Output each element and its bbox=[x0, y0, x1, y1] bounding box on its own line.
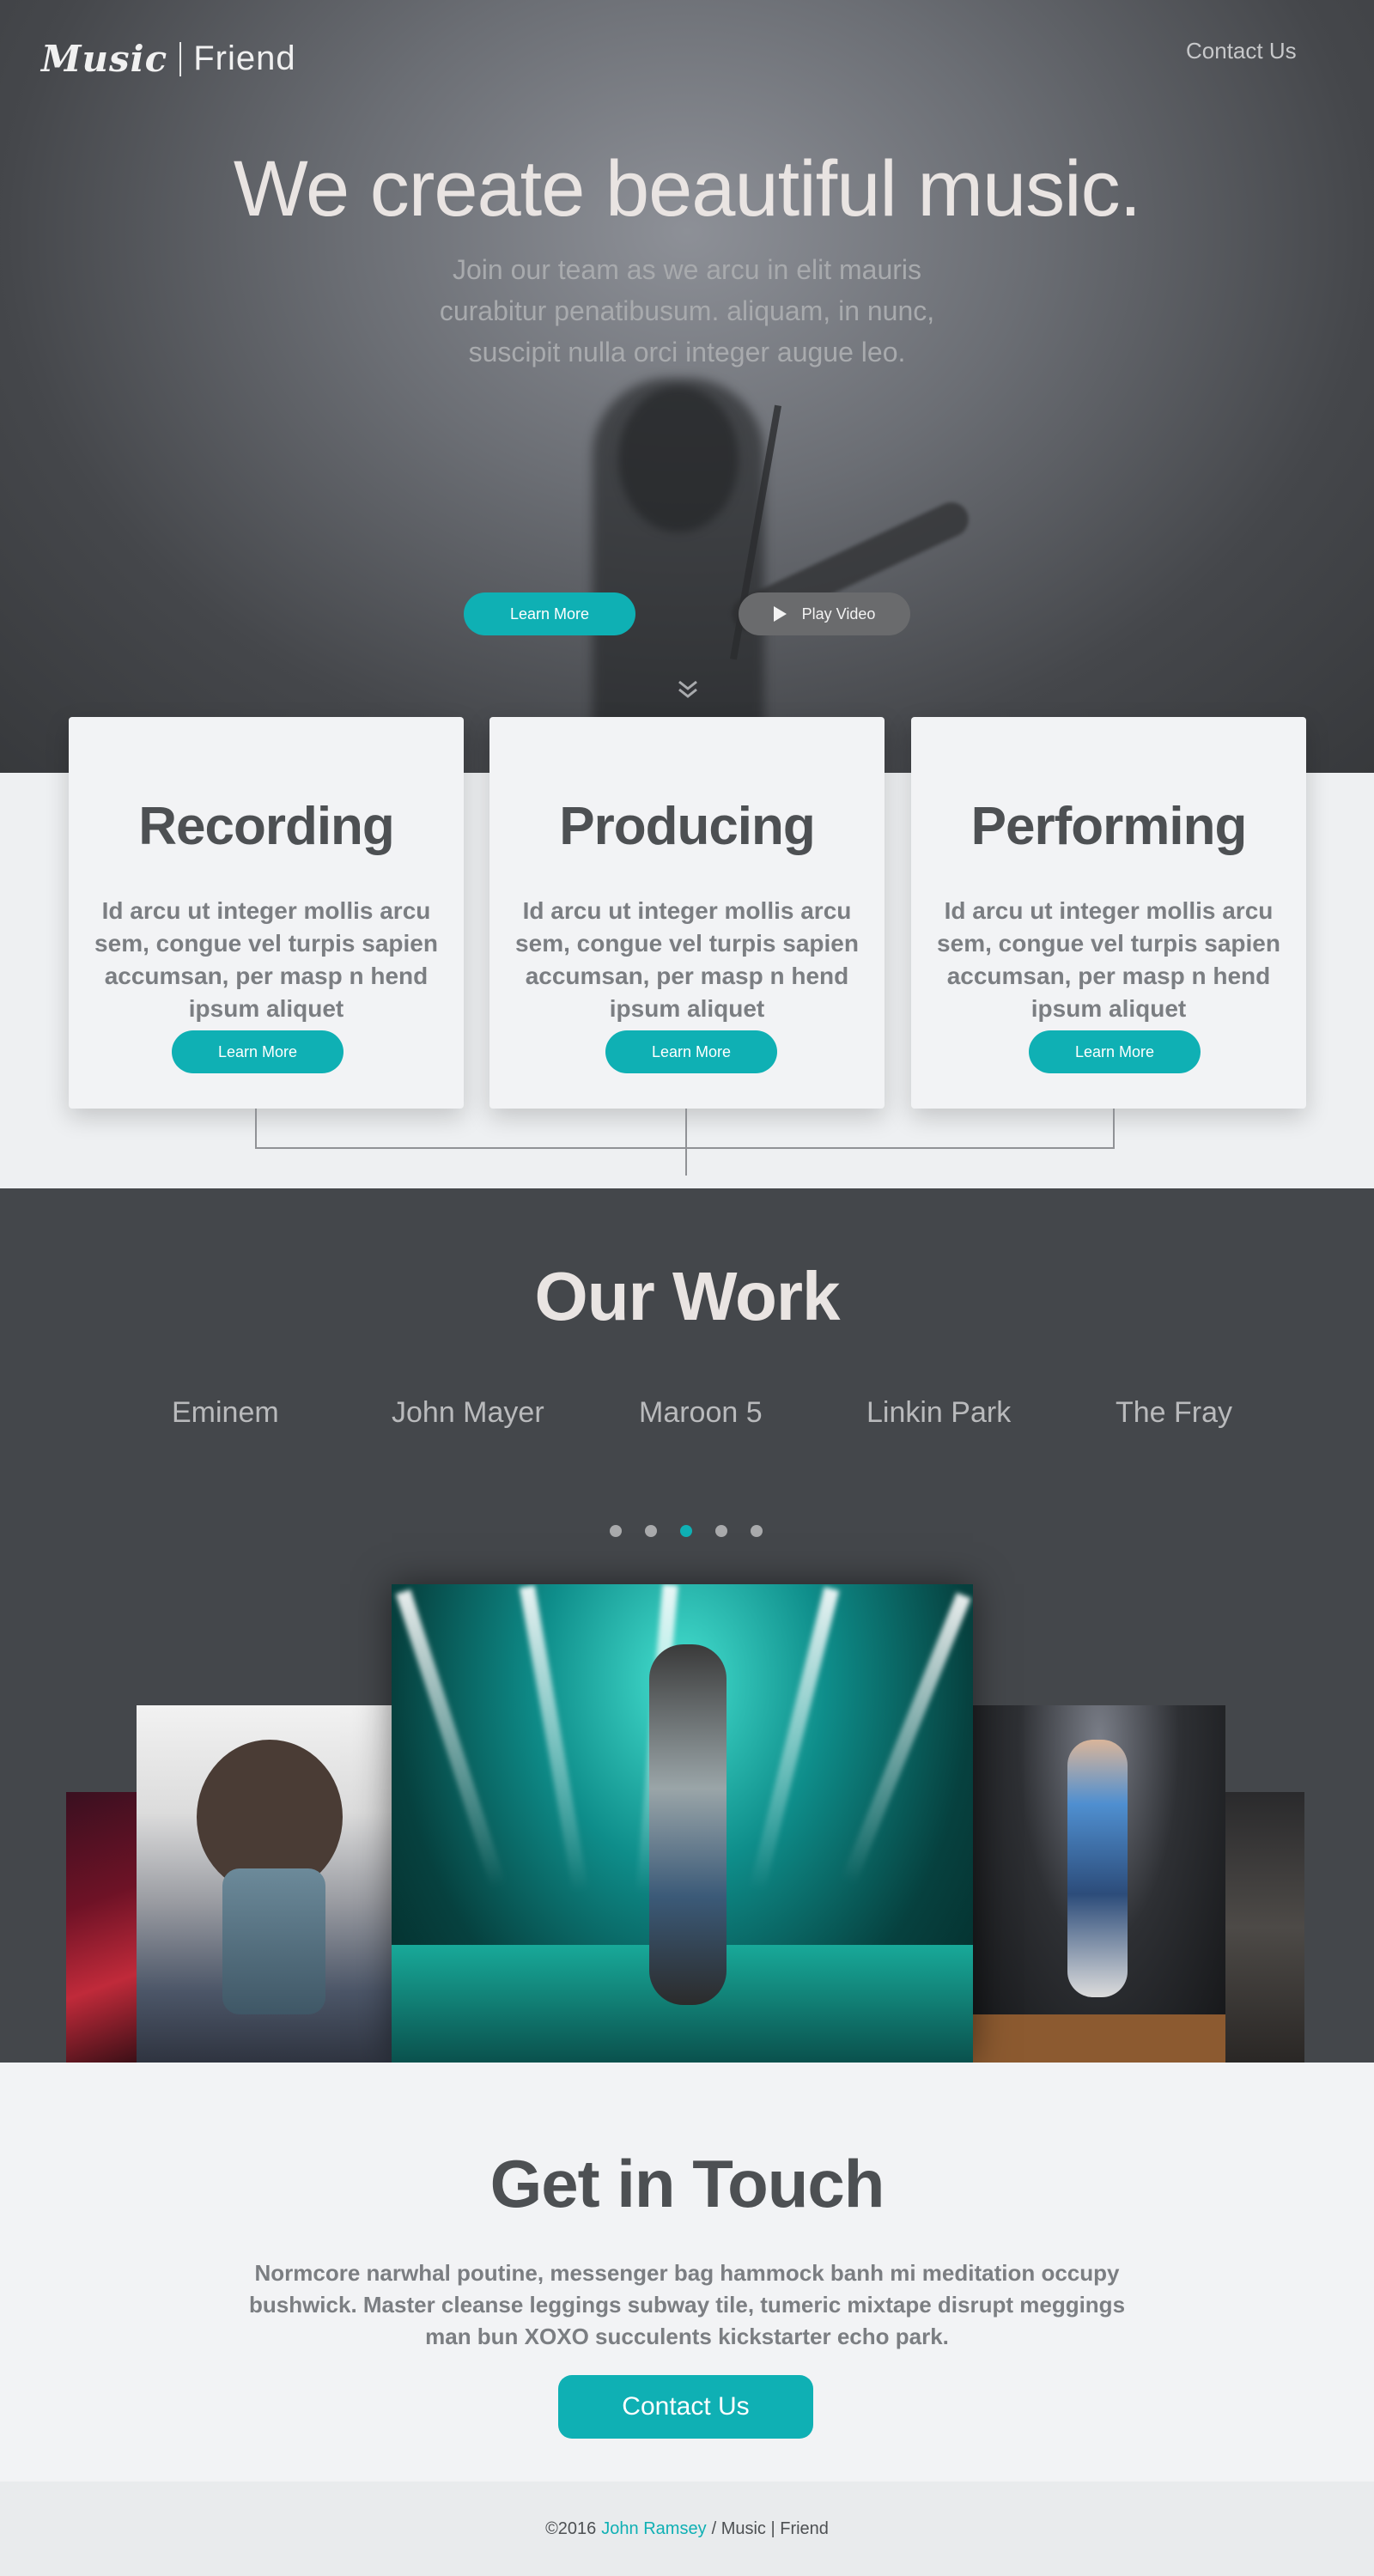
light-beam bbox=[841, 1592, 971, 1886]
learn-more-label: Learn More bbox=[217, 1042, 298, 1060]
artist-tab-eminem[interactable]: Eminem bbox=[172, 1396, 279, 1430]
service-card-title: Recording bbox=[138, 797, 395, 856]
connector-line bbox=[685, 1109, 687, 1176]
service-card-title: Producing bbox=[559, 797, 816, 856]
play-icon bbox=[773, 606, 787, 622]
singer-shape bbox=[649, 1644, 727, 2005]
guitarist-scarf-shape bbox=[222, 1868, 325, 2014]
carousel-photo-right[interactable] bbox=[973, 1705, 1225, 2063]
service-card-text: Id arcu ut integer mollis arcu sem, cong… bbox=[94, 897, 438, 1022]
hero-subtitle: Join our team as we arcu in elit mauris … bbox=[439, 254, 935, 368]
service-card-performing: Performing Id arcu ut integer mollis arc… bbox=[911, 717, 1306, 1109]
contact-title: Get in Touch bbox=[489, 2146, 885, 2221]
light-beam bbox=[395, 1589, 507, 1888]
stage-floor-shape bbox=[973, 2014, 1225, 2063]
hero-section: Music Friend Contact Us We create beauti… bbox=[0, 0, 1374, 773]
artist-tab-john-mayer[interactable]: John Mayer bbox=[392, 1396, 544, 1430]
service-card-text: Id arcu ut integer mollis arcu sem, cong… bbox=[937, 897, 1280, 1022]
logo-divider bbox=[179, 41, 182, 76]
play-video-label: Play Video bbox=[801, 605, 876, 623]
carousel-dot-2[interactable] bbox=[645, 1525, 657, 1537]
contact-us-label: Contact Us bbox=[622, 2392, 750, 2421]
footer-copyright: ©2016 bbox=[545, 2518, 597, 2538]
hero-learn-more-label: Learn More bbox=[509, 605, 590, 623]
connector-line bbox=[255, 1109, 257, 1148]
jumping-performer-shape bbox=[1067, 1740, 1128, 1997]
performing-learn-more-button[interactable]: Learn More bbox=[1029, 1030, 1201, 1073]
learn-more-label: Learn More bbox=[651, 1042, 732, 1060]
learn-more-label: Learn More bbox=[1074, 1042, 1155, 1060]
hero-learn-more-button[interactable]: Learn More bbox=[464, 592, 635, 635]
logo-friend-text: Friend bbox=[193, 39, 296, 77]
service-card-producing: Producing Id arcu ut integer mollis arcu… bbox=[489, 717, 885, 1109]
footer: ©2016 John Ramsey / Music | Friend bbox=[0, 2482, 1374, 2576]
hero-title: We create beautiful music. bbox=[233, 145, 1141, 233]
logo-music-text: Music bbox=[41, 38, 168, 80]
light-beam bbox=[519, 1585, 589, 1893]
contact-section: Get in Touch Normcore narwhal poutine, m… bbox=[0, 2063, 1374, 2482]
carousel-photo-far-right[interactable] bbox=[1225, 1792, 1304, 2063]
our-work-section: Our Work Eminem John Mayer Maroon 5 Link… bbox=[0, 1188, 1374, 2063]
scroll-down-chevron-icon[interactable] bbox=[675, 677, 701, 702]
artist-tab-maroon-5[interactable]: Maroon 5 bbox=[639, 1396, 763, 1430]
carousel-dot-5[interactable] bbox=[751, 1525, 763, 1537]
nav-contact-link[interactable]: Contact Us bbox=[1186, 38, 1297, 64]
carousel-photo-left[interactable] bbox=[137, 1705, 392, 2063]
carousel-photo-center[interactable] bbox=[392, 1584, 973, 2063]
service-card-recording: Recording Id arcu ut integer mollis arcu… bbox=[69, 717, 464, 1109]
play-video-button[interactable]: Play Video bbox=[739, 592, 910, 635]
producing-learn-more-button[interactable]: Learn More bbox=[605, 1030, 777, 1073]
carousel-photo-far-left[interactable] bbox=[66, 1792, 138, 2063]
our-work-title: Our Work bbox=[534, 1258, 840, 1334]
service-card-title: Performing bbox=[970, 797, 1248, 856]
performer-head-image bbox=[618, 386, 739, 532]
carousel-dot-4[interactable] bbox=[715, 1525, 727, 1537]
recording-learn-more-button[interactable]: Learn More bbox=[172, 1030, 344, 1073]
carousel-dot-1[interactable] bbox=[610, 1525, 622, 1537]
connector-line bbox=[1113, 1109, 1115, 1148]
contact-text: Normcore narwhal poutine, messenger bag … bbox=[248, 2260, 1126, 2349]
artist-tab-the-fray[interactable]: The Fray bbox=[1116, 1396, 1232, 1430]
light-beam bbox=[749, 1587, 840, 1891]
brand-logo[interactable]: Music Friend bbox=[41, 38, 296, 80]
footer-author-link[interactable]: John Ramsey bbox=[601, 2519, 706, 2539]
carousel-dot-3-active[interactable] bbox=[680, 1525, 692, 1537]
footer-suffix: / Music | Friend bbox=[711, 2518, 829, 2538]
contact-us-button[interactable]: Contact Us bbox=[558, 2375, 813, 2439]
artist-tab-linkin-park[interactable]: Linkin Park bbox=[866, 1396, 1011, 1430]
service-card-text: Id arcu ut integer mollis arcu sem, cong… bbox=[515, 897, 859, 1022]
